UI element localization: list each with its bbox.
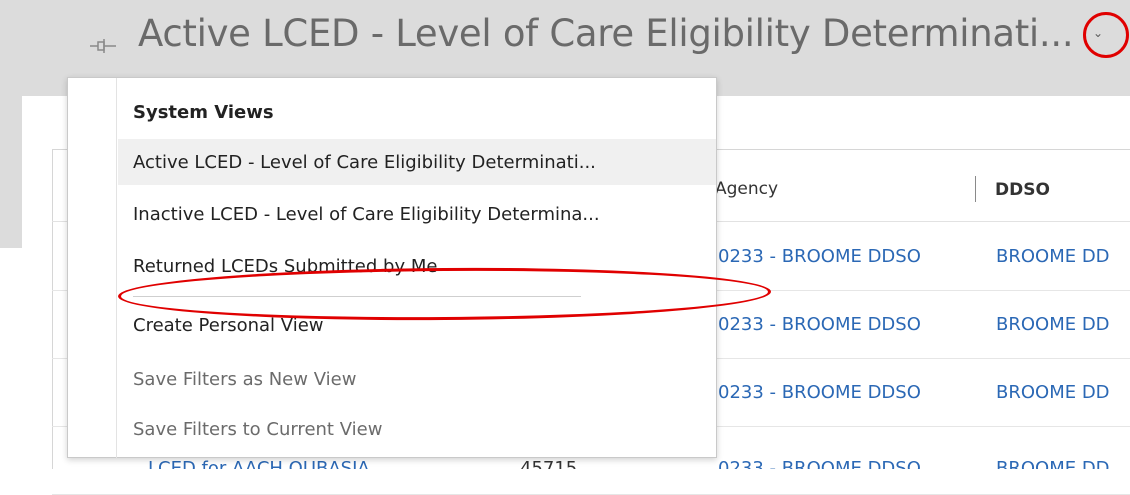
column-header-agency[interactable]: Agency [715,179,778,199]
system-views-heading: System Views [133,102,274,123]
save-filters-new-view-item: Save Filters as New View [118,356,716,402]
save-filters-current-view-item: Save Filters to Current View [118,406,716,452]
ddso-link[interactable]: BROOME DD [996,314,1110,335]
agency-link[interactable]: 0233 - BROOME DDSO [718,314,921,335]
view-option-returned-lceds[interactable]: Returned LCEDs Submitted by Me [118,243,716,289]
menu-action-label: Save Filters to Current View [133,418,383,440]
left-strip [0,96,22,248]
view-selector-dropdown: System Views Active LCED - Level of Care… [67,77,772,458]
pin-icon[interactable] [88,36,118,56]
menu-gutter [116,78,117,458]
view-option-inactive-lced[interactable]: Inactive LCED - Level of Care Eligibilit… [118,191,716,237]
ddso-link[interactable]: BROOME DD [996,246,1110,267]
ddso-link[interactable]: BROOME DD [996,382,1110,403]
create-personal-view-item[interactable]: Create Personal View [118,302,716,348]
column-header-ddso[interactable]: DDSO [995,180,1050,200]
view-option-label: Inactive LCED - Level of Care Eligibilit… [133,203,600,225]
menu-action-label: Create Personal View [133,314,324,336]
menu-action-label: Save Filters as New View [133,368,357,390]
view-option-label: Active LCED - Level of Care Eligibility … [133,151,596,173]
column-separator[interactable] [975,176,976,202]
menu-separator [133,296,581,297]
view-option-active-lced[interactable]: Active LCED - Level of Care Eligibility … [118,139,716,185]
partial-row-agency[interactable]: 0233 - BROOME DDSO [718,454,921,469]
agency-link[interactable]: 0233 - BROOME DDSO [718,246,921,267]
partial-row-ddso[interactable]: BROOME DD [996,454,1110,469]
view-title[interactable]: Active LCED - Level of Care Eligibility … [138,12,1074,55]
chevron-down-icon[interactable]: ⌄ [1085,20,1111,46]
agency-link[interactable]: 0233 - BROOME DDSO [718,382,921,403]
view-option-label: Returned LCEDs Submitted by Me [133,255,438,277]
